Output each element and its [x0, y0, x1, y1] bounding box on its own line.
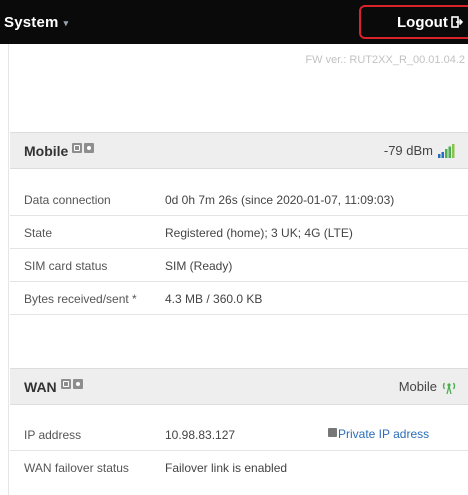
mobile-panel-header: Mobile -79 dBm: [10, 132, 468, 169]
private-ip-link[interactable]: Private IP adress: [328, 427, 429, 441]
row-value: Failover link is enabled: [165, 461, 288, 475]
wan-panel-header: WAN Mobile: [10, 368, 468, 405]
info-icon[interactable]: [60, 378, 71, 389]
table-row: Bytes received/sent * 4.3 MB / 360.0 KB: [10, 282, 468, 315]
row-label: State: [24, 226, 53, 240]
chevron-down-icon: ▾: [63, 17, 69, 28]
row-value: 0d 0h 7m 26s (since 2020-01-07, 11:09:03…: [165, 193, 395, 207]
signal-bars-icon: [438, 143, 456, 158]
row-label: Data connection: [24, 193, 111, 207]
row-label: WAN failover status: [24, 461, 129, 475]
logout-button[interactable]: Logout: [359, 5, 468, 39]
antenna-icon: [442, 380, 456, 394]
warning-icon: [328, 428, 337, 437]
row-value: 4.3 MB / 360.0 KB: [165, 292, 263, 306]
logout-label: Logout: [397, 13, 448, 31]
info-icon[interactable]: [72, 142, 83, 153]
table-row: SIM card status SIM (Ready): [10, 249, 468, 282]
firmware-version: FW ver.: RUT2XX_R_00.01.04.2: [305, 54, 465, 66]
top-bar: System ▾ Logout: [0, 0, 468, 44]
settings-icon[interactable]: [84, 142, 95, 153]
row-label: IP address: [24, 428, 82, 442]
table-row: Data connection 0d 0h 7m 26s (since 2020…: [10, 183, 468, 216]
settings-icon[interactable]: [72, 378, 83, 389]
logout-icon: [451, 16, 463, 28]
system-menu[interactable]: System ▾: [4, 11, 68, 33]
system-menu-label: System: [4, 13, 59, 31]
table-row: State Registered (home); 3 UK; 4G (LTE): [10, 216, 468, 249]
row-value: 10.98.83.127: [165, 428, 236, 442]
wan-type: Mobile: [398, 379, 437, 394]
wan-title: WAN: [24, 378, 57, 395]
table-row: WAN failover status Failover link is ena…: [10, 451, 468, 484]
row-label: Bytes received/sent *: [24, 292, 137, 306]
signal-strength: -79 dBm: [383, 143, 433, 158]
mobile-title: Mobile: [24, 142, 69, 159]
row-label: SIM card status: [24, 259, 108, 273]
private-ip-link-label: Private IP adress: [338, 427, 430, 441]
row-value: Registered (home); 3 UK; 4G (LTE): [165, 226, 353, 240]
table-row: IP address 10.98.83.127 Private IP adres…: [10, 418, 468, 451]
row-value: SIM (Ready): [165, 259, 233, 273]
